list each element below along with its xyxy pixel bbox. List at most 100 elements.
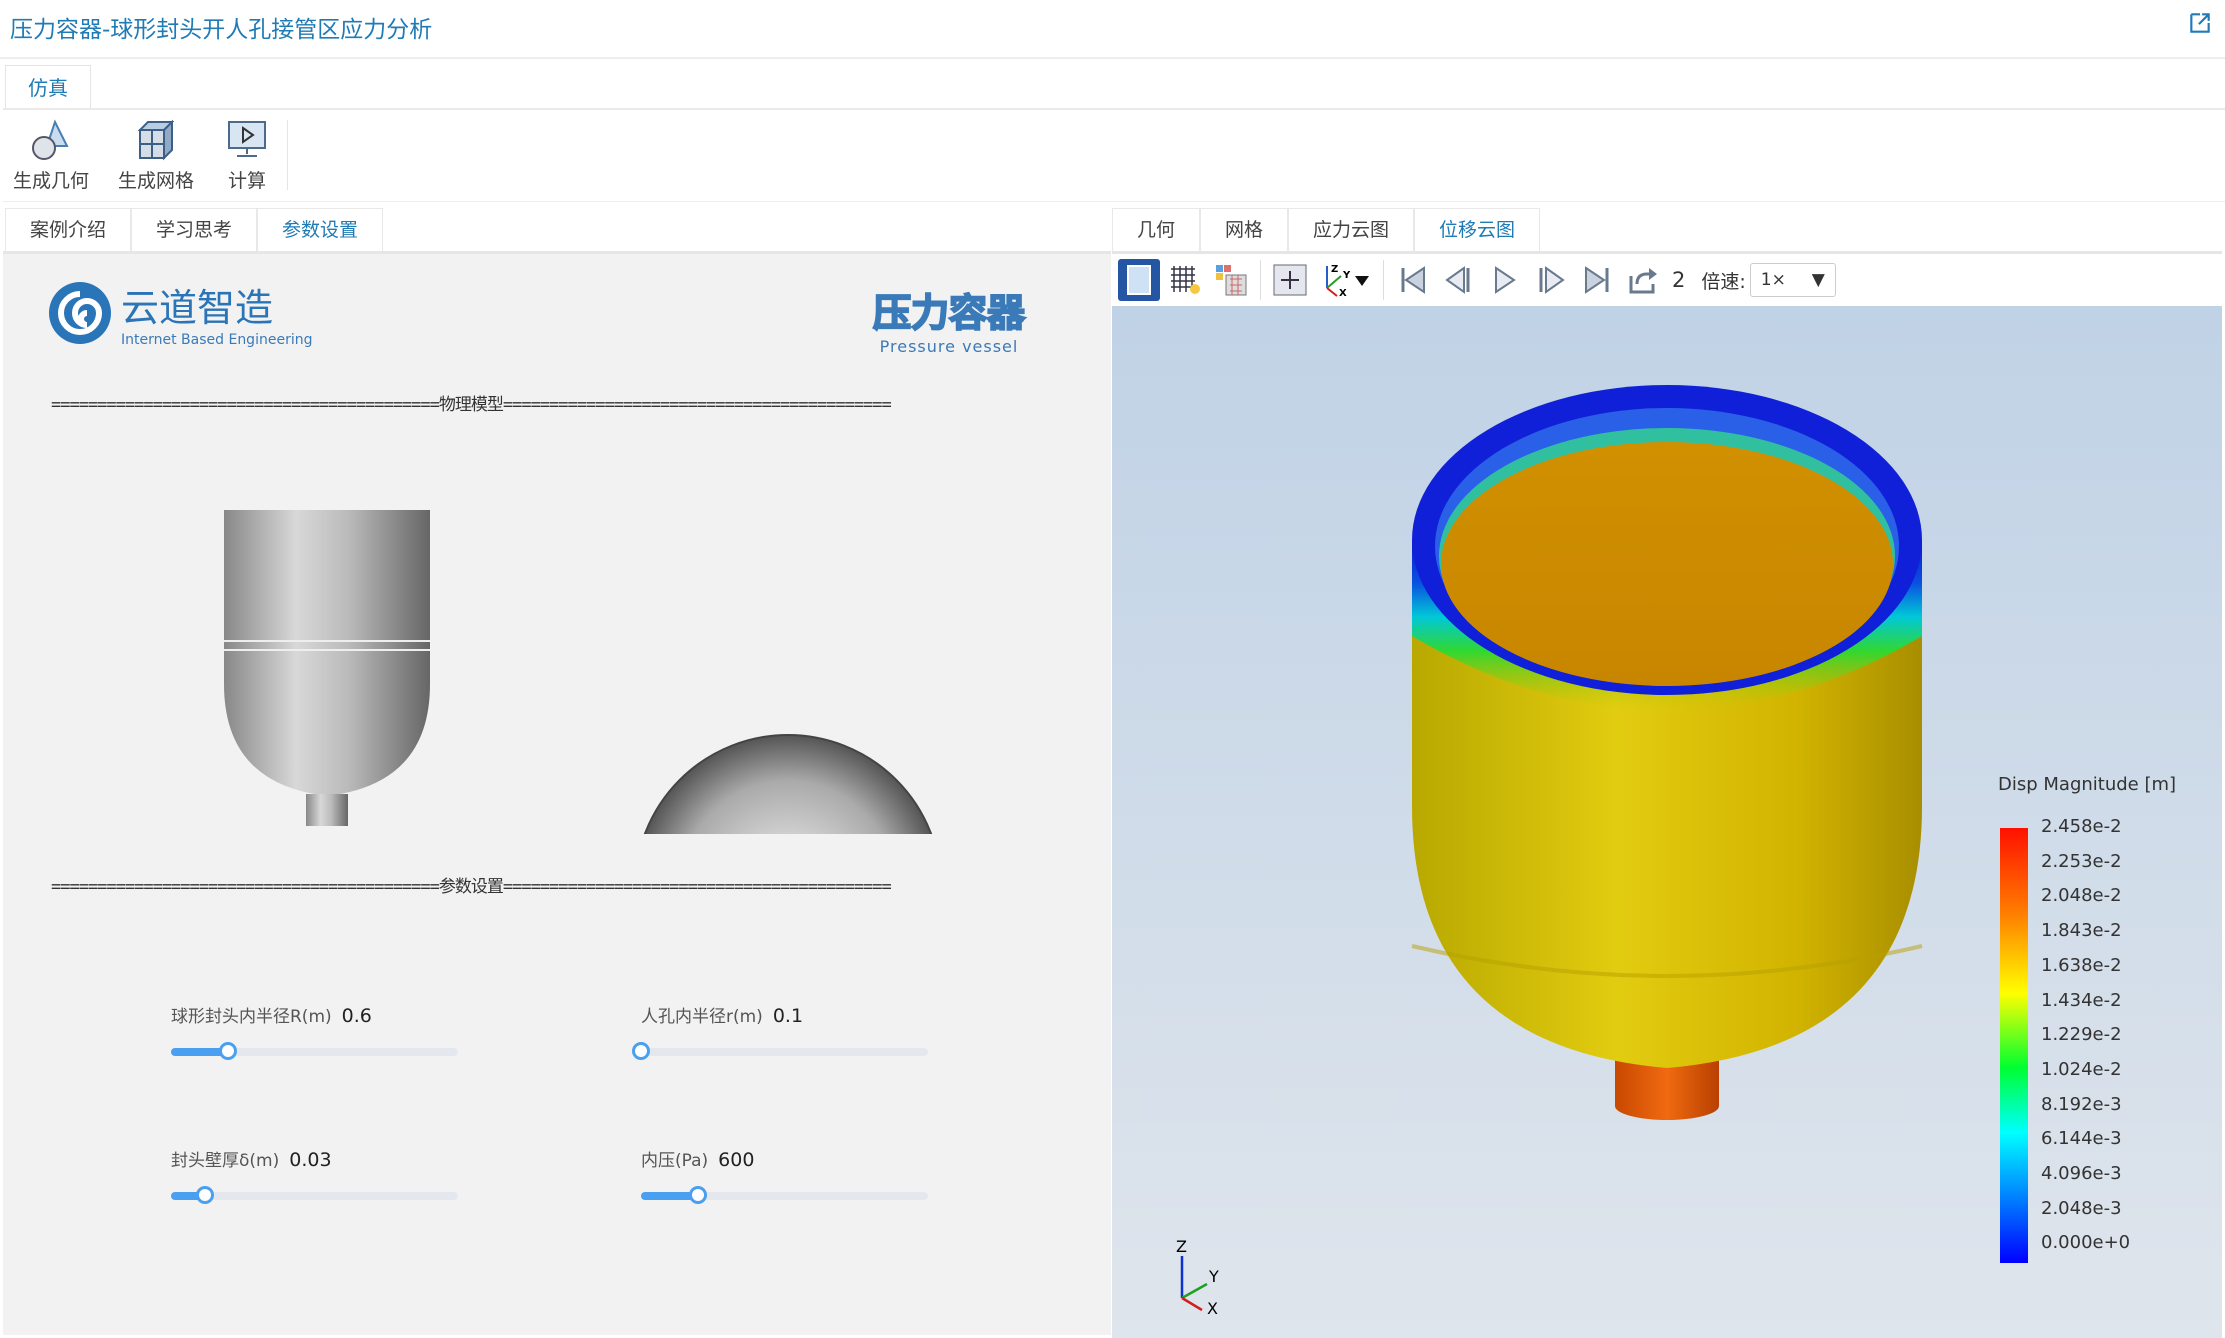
legend-value: 2.048e-3 <box>2041 1197 2122 1219</box>
skip-first-icon <box>1401 266 1425 294</box>
param-value: 0.6 <box>341 1005 372 1027</box>
divider <box>0 57 2225 59</box>
legend-value: 4.096e-3 <box>2041 1163 2122 1184</box>
color-scale-bar <box>2000 828 2028 1263</box>
model-diagram: R r δ <box>224 510 933 834</box>
surface-view-button[interactable] <box>1118 259 1160 301</box>
param-internal-pressure: 内压(Pa) 600 <box>641 1146 928 1204</box>
tab-mesh[interactable]: 网格 <box>1200 208 1289 251</box>
color-cube-button[interactable] <box>1210 259 1252 301</box>
surface-icon <box>1127 265 1151 295</box>
fit-view-icon <box>1273 264 1307 296</box>
viewer-toolbar: ZYX 2 倍速: 1× ▼ <box>1112 254 2222 306</box>
badge-title: 压力容器 <box>872 290 1026 336</box>
tab-geometry[interactable]: 几何 <box>1112 208 1201 251</box>
param-label: 封头壁厚δ(m) <box>171 1151 280 1171</box>
generate-geometry-button[interactable]: 生成几何 <box>13 118 89 193</box>
left-tabs: 案例介绍 学习思考 参数设置 <box>5 208 384 251</box>
svg-text:Z: Z <box>1331 264 1338 275</box>
params-panel: 云道智造 Internet Based Engineering 压力容器 Pre… <box>3 251 1111 1335</box>
slider-internal-pressure[interactable] <box>641 1186 928 1204</box>
slider-knob[interactable] <box>196 1186 215 1204</box>
logo-swirl-icon <box>49 281 111 344</box>
sphere-top-view: R r δ <box>643 734 933 834</box>
axes-icon: ZYX <box>1326 264 1369 298</box>
speed-label: 倍速: <box>1701 270 1746 293</box>
chevron-down-icon: ▼ <box>1811 270 1825 290</box>
logo-name: 云道智造 <box>121 286 274 330</box>
viewer-panel: ZYX 2 倍速: 1× ▼ Disp Magnitude [m] 2.458e-… <box>1112 251 2222 1338</box>
legend-value: 1.843e-2 <box>2041 920 2122 942</box>
mesh-grid-icon <box>1171 266 1200 294</box>
logo-subtitle: Internet Based Engineering <box>121 332 313 348</box>
tab-params[interactable]: 参数设置 <box>257 208 384 251</box>
param-label: 球形封头内半径R(m) <box>171 1007 332 1027</box>
tab-case-intro[interactable]: 案例介绍 <box>5 208 132 251</box>
3d-viewport[interactable]: Disp Magnitude [m] 2.458e-2 2.253e-2 2.048… <box>1112 306 2222 1338</box>
divider <box>287 120 288 190</box>
section-model-divider: ========================================… <box>51 395 892 415</box>
divider <box>1260 260 1261 300</box>
slider-sphere-radius[interactable] <box>171 1042 458 1060</box>
param-label: 内压(Pa) <box>641 1151 709 1171</box>
compute-button[interactable]: 计算 <box>225 118 269 193</box>
slider-manhole-radius[interactable] <box>632 1042 928 1060</box>
first-frame-button[interactable] <box>1392 259 1434 301</box>
button-label: 生成几何 <box>13 170 90 192</box>
legend-value: 0.000e+0 <box>2041 1232 2131 1254</box>
right-tabs: 几何 网格 应力云图 位移云图 <box>1112 208 1541 251</box>
loop-icon <box>1629 268 1657 294</box>
loop-button[interactable] <box>1622 259 1664 301</box>
slider-knob[interactable] <box>219 1042 238 1060</box>
slider-knob[interactable] <box>632 1042 650 1060</box>
legend-value: 1.434e-2 <box>2041 989 2122 1011</box>
divider <box>1383 260 1384 300</box>
tab-displacement-contour[interactable]: 位移云图 <box>1414 208 1541 251</box>
legend-value: 1.638e-2 <box>2041 954 2122 976</box>
svg-text:X: X <box>1339 288 1347 298</box>
mesh-light-button[interactable] <box>1164 259 1206 301</box>
external-link-icon[interactable] <box>2187 10 2213 36</box>
slider-wall-thickness[interactable] <box>171 1186 458 1204</box>
generate-mesh-button[interactable]: 生成网格 <box>118 118 194 193</box>
legend-value: 1.024e-2 <box>2041 1058 2122 1080</box>
speed-value: 1× <box>1760 270 1786 290</box>
legend-value: 1.229e-2 <box>2041 1024 2122 1046</box>
frame-number: 2 <box>1672 268 1686 292</box>
next-frame-button[interactable] <box>1530 259 1572 301</box>
legend-value: 2.253e-2 <box>2041 850 2122 872</box>
tab-simulation[interactable]: 仿真 <box>5 65 91 109</box>
param-value: 600 <box>718 1149 755 1171</box>
play-button[interactable] <box>1484 259 1526 301</box>
play-icon <box>1495 266 1516 294</box>
axes-orientation-dropdown[interactable]: ZYX <box>1315 259 1375 301</box>
color-cube-icon <box>1216 265 1247 296</box>
section-params-divider: ========================================… <box>51 877 892 897</box>
pressure-vessel-badge: 压力容器 Pressure vessel <box>872 282 1026 356</box>
step-back-icon <box>1445 266 1470 294</box>
param-manhole-radius: 人孔内半径r(m) 0.1 <box>632 1002 928 1060</box>
geometry-icon <box>32 119 69 160</box>
skip-last-icon <box>1585 266 1609 294</box>
badge-subtitle: Pressure vessel <box>879 337 1019 356</box>
tab-stress-contour[interactable]: 应力云图 <box>1288 208 1415 251</box>
legend-title: Disp Magnitude [m] <box>1998 774 2177 795</box>
axis-z-label: Z <box>1176 1237 1187 1256</box>
param-wall-thickness: 封头壁厚δ(m) 0.03 <box>171 1146 458 1204</box>
step-forward-icon <box>1539 266 1565 294</box>
slider-knob[interactable] <box>689 1186 708 1204</box>
ribbon: 生成几何 生成网格 计算 <box>3 108 2225 202</box>
tab-study[interactable]: 学习思考 <box>131 208 258 251</box>
legend-value: 2.458e-2 <box>2041 816 2122 837</box>
prev-frame-button[interactable] <box>1438 259 1480 301</box>
fit-view-button[interactable] <box>1269 259 1311 301</box>
legend-value: 6.144e-3 <box>2041 1128 2122 1150</box>
param-value: 0.1 <box>772 1005 804 1027</box>
mesh-cube-icon <box>137 119 175 161</box>
vessel-side-view <box>224 510 430 826</box>
compute-monitor-icon <box>228 121 266 157</box>
param-label: 人孔内半径r(m) <box>641 1007 763 1027</box>
last-frame-button[interactable] <box>1576 259 1618 301</box>
param-value: 0.03 <box>289 1149 332 1171</box>
speed-select[interactable]: 1× ▼ <box>1749 263 1836 297</box>
